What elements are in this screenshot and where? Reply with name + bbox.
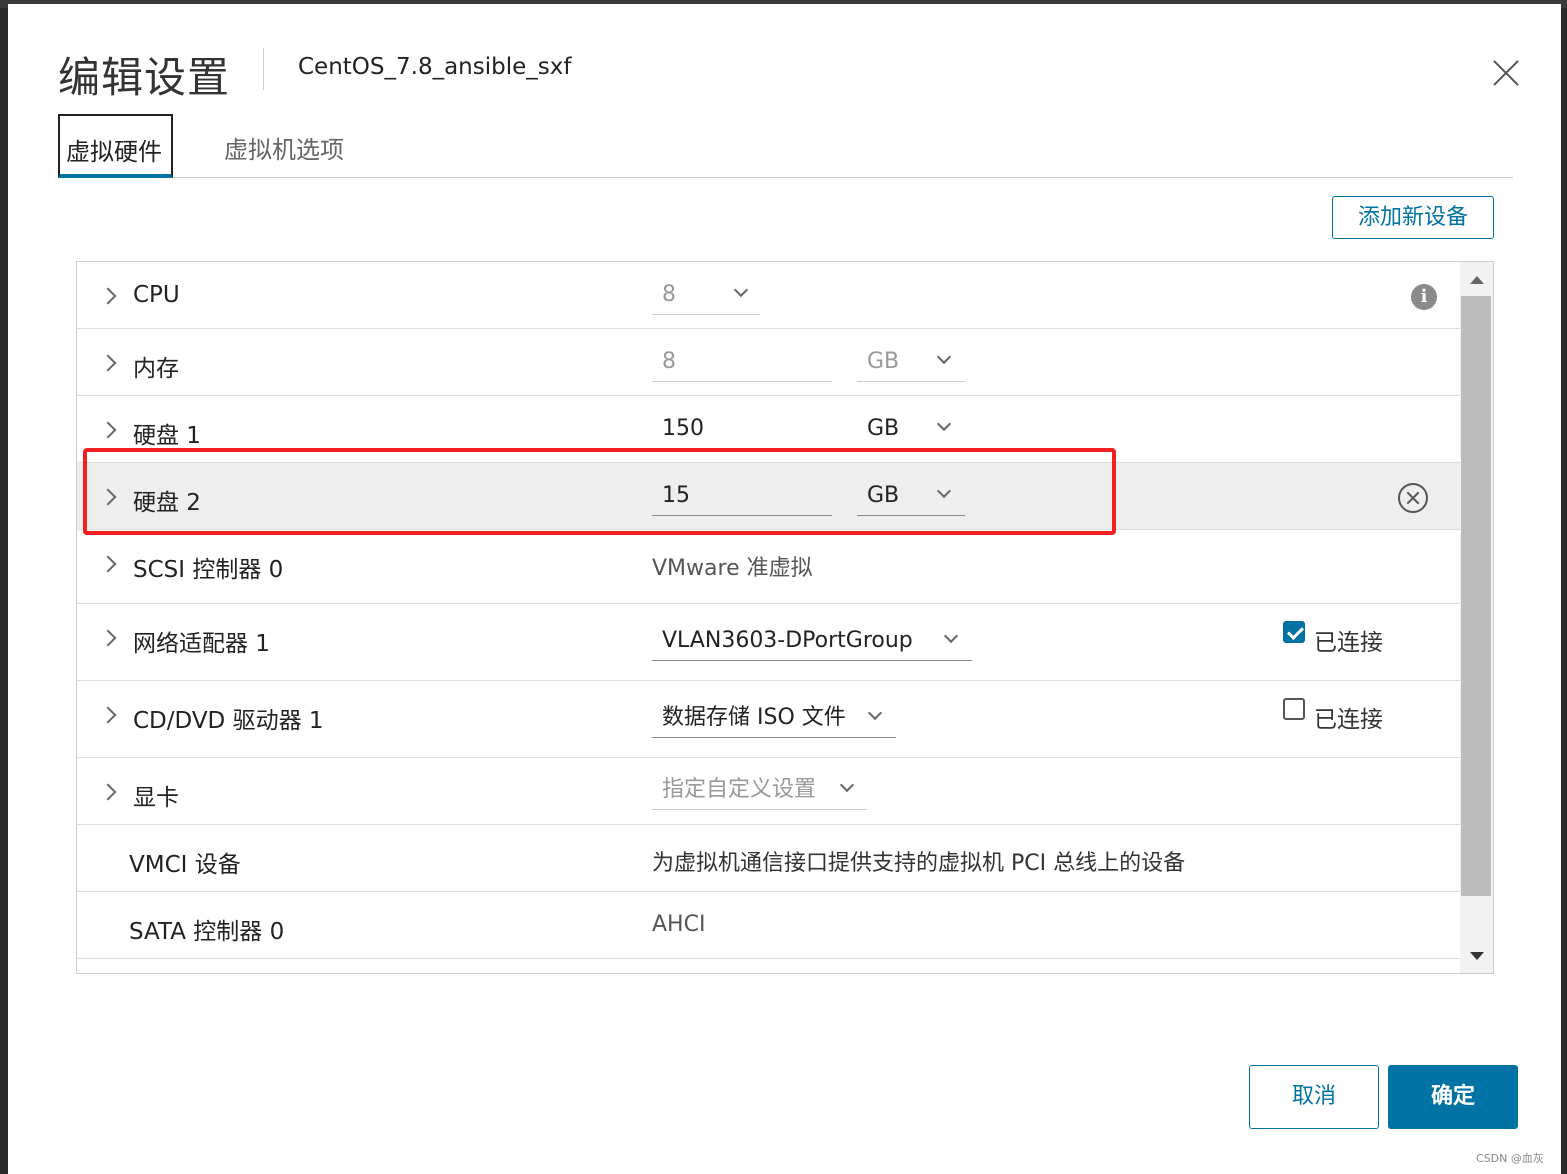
row-cpu: CPU 8 i: [77, 262, 1460, 329]
video-value: 指定自定义设置: [662, 777, 817, 802]
chevron-down-icon: [936, 483, 952, 499]
chevron-right-icon[interactable]: [99, 629, 117, 647]
disk2-size-input[interactable]: 15: [652, 476, 832, 516]
chevron-right-icon[interactable]: [99, 488, 117, 506]
hardware-table: CPU 8 i 内存 8 GB 硬盘 1 150 GB 硬盘 2 15 GB S…: [76, 261, 1494, 974]
chevron-right-icon[interactable]: [99, 421, 117, 439]
cdrom-label: CD/DVD 驱动器 1: [133, 708, 324, 734]
scroll-down-icon[interactable]: [1470, 952, 1484, 960]
memory-label: 内存: [133, 356, 179, 382]
ok-button[interactable]: 确定: [1388, 1065, 1518, 1129]
vmci-value: 为虚拟机通信接口提供支持的虚拟机 PCI 总线上的设备: [652, 851, 1186, 876]
chevron-right-icon[interactable]: [99, 783, 117, 801]
cdrom-connected-label: 已连接: [1314, 707, 1383, 733]
cdrom-value: 数据存储 ISO 文件: [662, 705, 846, 730]
dialog-title: 编辑设置: [58, 53, 231, 102]
memory-unit: GB: [867, 349, 900, 374]
scroll-up-icon[interactable]: [1470, 276, 1484, 284]
disk2-unit: GB: [867, 483, 900, 508]
vmci-label: VMCI 设备: [129, 852, 241, 878]
tab-vm-options[interactable]: 虚拟机选项: [216, 114, 366, 178]
video-label: 显卡: [133, 785, 179, 811]
row-sata-controller: SATA 控制器 0 AHCI: [77, 892, 1460, 959]
info-icon[interactable]: i: [1411, 284, 1437, 310]
sata-value: AHCI: [652, 912, 706, 937]
disk2-label: 硬盘 2: [133, 490, 201, 516]
cpu-value: 8: [662, 282, 676, 307]
cdrom-connected-checkbox[interactable]: [1283, 698, 1305, 720]
network-label: 网络适配器 1: [133, 631, 270, 657]
tab-virtual-hardware[interactable]: 虚拟硬件: [58, 114, 173, 178]
disk1-label: 硬盘 1: [133, 423, 201, 449]
chevron-right-icon[interactable]: [99, 354, 117, 372]
cdrom-select[interactable]: 数据存储 ISO 文件: [652, 698, 896, 738]
edit-settings-dialog: 编辑设置 CentOS_7.8_ansible_sxf 虚拟硬件 虚拟机选项 添…: [8, 4, 1561, 1174]
row-memory: 内存 8 GB: [77, 329, 1460, 396]
chevron-right-icon[interactable]: [99, 287, 117, 305]
network-connected-checkbox[interactable]: [1283, 621, 1305, 643]
row-video-card: 显卡 指定自定义设置: [77, 758, 1460, 825]
watermark: CSDN @血灰: [1476, 1152, 1544, 1165]
chevron-down-icon: [839, 777, 855, 793]
row-network-adapter: 网络适配器 1 VLAN3603-DPortGroup 已连接: [77, 604, 1460, 681]
disk1-unit-select[interactable]: GB: [857, 409, 965, 449]
cpu-select[interactable]: 8: [652, 275, 760, 315]
vm-name: CentOS_7.8_ansible_sxf: [298, 54, 572, 80]
chevron-right-icon[interactable]: [99, 706, 117, 724]
chevron-down-icon: [936, 349, 952, 365]
scrollbar-thumb[interactable]: [1461, 296, 1491, 896]
disk1-unit: GB: [867, 416, 900, 441]
chevron-down-icon: [733, 282, 749, 298]
disk2-unit-select[interactable]: GB: [857, 476, 965, 516]
scsi-label: SCSI 控制器 0: [133, 557, 284, 583]
video-select[interactable]: 指定自定义设置: [652, 770, 867, 810]
row-vmci-device: VMCI 设备 为虚拟机通信接口提供支持的虚拟机 PCI 总线上的设备: [77, 825, 1460, 892]
remove-device-icon[interactable]: [1398, 483, 1428, 513]
cancel-button[interactable]: 取消: [1249, 1065, 1379, 1129]
chevron-down-icon: [936, 416, 952, 432]
add-new-device-button[interactable]: 添加新设备: [1332, 196, 1494, 239]
scsi-value: VMware 准虚拟: [652, 556, 813, 581]
memory-input[interactable]: 8: [652, 342, 832, 382]
network-value: VLAN3603-DPortGroup: [662, 628, 913, 653]
chevron-down-icon: [867, 705, 883, 721]
title-separator: [263, 48, 264, 90]
vertical-scrollbar[interactable]: [1460, 262, 1493, 973]
row-cdrom: CD/DVD 驱动器 1 数据存储 ISO 文件 已连接: [77, 681, 1460, 758]
close-icon[interactable]: [1486, 52, 1526, 92]
chevron-down-icon: [943, 628, 959, 644]
network-connected-label: 已连接: [1314, 630, 1383, 656]
disk1-size-input[interactable]: 150: [652, 409, 832, 449]
cpu-label: CPU: [133, 282, 180, 308]
row-disk1: 硬盘 1 150 GB: [77, 396, 1460, 463]
memory-unit-select[interactable]: GB: [857, 342, 965, 382]
chevron-right-icon[interactable]: [99, 555, 117, 573]
sata-label: SATA 控制器 0: [129, 919, 285, 945]
tab-bar: 虚拟硬件 虚拟机选项: [58, 114, 1513, 178]
row-scsi-controller: SCSI 控制器 0 VMware 准虚拟: [77, 530, 1460, 604]
row-disk2: 硬盘 2 15 GB: [77, 463, 1460, 530]
network-select[interactable]: VLAN3603-DPortGroup: [652, 621, 972, 661]
